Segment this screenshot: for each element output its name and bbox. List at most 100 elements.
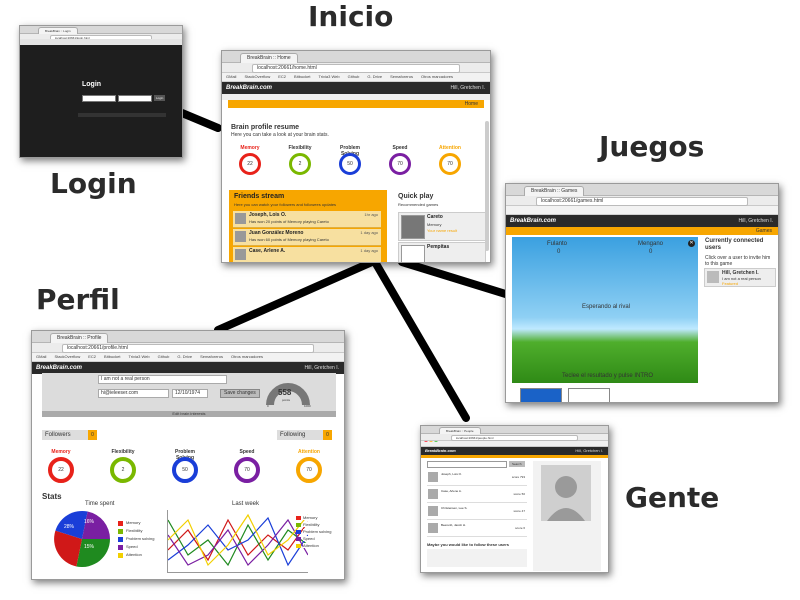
pie-legend-swatch [118, 537, 123, 542]
home-screenshot: BreakBrain :: Home localhost:20661/home.… [221, 50, 491, 263]
bookmark-item[interactable]: Github [158, 354, 170, 359]
stat-label: Speed [392, 145, 408, 151]
list-item[interactable]: Beerenb, Jacob H. score 6 [427, 521, 527, 537]
friend-row[interactable]: Case, Arlene A. 1 day ago [233, 247, 381, 262]
pie-legend-label: Flexibility [126, 528, 143, 533]
person-name: Joseph, Lois O. [441, 472, 462, 476]
friend-row[interactable]: Joseph, Lois O. Has won 20 points of Memo… [233, 211, 381, 228]
bookmark-item[interactable]: StackOverflow [244, 74, 270, 79]
game-thumb-2[interactable] [568, 388, 610, 402]
people-screenshot: BreakBrain :: People localhost:20661/peo… [420, 425, 609, 573]
games-url[interactable]: localhost:20661/games.html [536, 197, 748, 206]
avatar [428, 472, 438, 482]
home-scrollbar[interactable] [485, 121, 489, 251]
friend-row[interactable]: Juan González Moreno Has won 60 points of… [233, 229, 381, 246]
game-name: Pempitas [427, 244, 450, 250]
game-thumb-1[interactable] [520, 388, 562, 402]
avatar [235, 231, 246, 242]
game-name: Careto [427, 214, 443, 220]
home-tab[interactable]: BreakBrain :: Home [240, 53, 298, 63]
profile-stats-title: Stats [42, 492, 62, 501]
list-item[interactable]: Christensen, Lee S. score 47 [427, 504, 527, 520]
bookmark-item[interactable]: EC2 [88, 354, 96, 359]
bookmark-item[interactable]: Semaforeros [390, 74, 413, 79]
people-url[interactable]: localhost:20661/people.html [451, 435, 578, 441]
following-label: Following [280, 432, 306, 438]
people-tab[interactable]: BreakBrain :: People [439, 427, 481, 434]
bookmark-item[interactable]: G. Drive [367, 74, 382, 79]
home-appbar: BreakBrain.com Hill, Gretchen I. [222, 82, 490, 94]
game-score1: 0 [557, 249, 561, 255]
people-search-input[interactable] [427, 461, 507, 468]
game-thumb [401, 245, 425, 262]
pie-legend-swatch [118, 545, 123, 550]
friend-when: 1hr ago [364, 212, 378, 217]
line-legend-label: Problem solving [303, 529, 332, 534]
following-box[interactable]: Following 0 [277, 430, 332, 440]
game-canvas[interactable]: Fulanto 0 Mengano 0 ✕ Esperando al rival… [512, 237, 698, 383]
stat-ring: 50 [339, 153, 361, 175]
gauge-unit: points [282, 398, 291, 402]
home-quick-subtitle: Recommended games [398, 202, 439, 207]
profile-url[interactable]: localhost:20661/profile.html [62, 344, 314, 353]
line-legend-label: Memory [303, 515, 318, 520]
profile-save-button[interactable]: Save changes [220, 389, 260, 398]
games-user-card[interactable]: Hill, Gretchen I. I am not a real person… [704, 268, 776, 287]
home-user[interactable]: Hill, Gretchen I. [451, 82, 485, 94]
home-bookmarks: GMail StackOverflow EC2 Bitbucket Trivia3 We… [222, 73, 490, 82]
bookmark-item[interactable]: GMail [36, 354, 46, 359]
login-user-input[interactable] [82, 95, 116, 102]
bookmark-item[interactable]: Otros marcadores [231, 354, 263, 359]
games-logo[interactable]: BreakBrain.com [510, 215, 556, 227]
game-note: Your name result [427, 228, 458, 233]
games-bookmarks [506, 206, 778, 215]
pie-legend-swatch [118, 529, 123, 534]
bookmark-item[interactable]: G. Drive [177, 354, 192, 359]
bookmark-item[interactable]: GMail [226, 74, 236, 79]
profile-email-input[interactable]: hi@ieleeser.com [98, 389, 169, 398]
bookmark-item[interactable]: Bitbucket [294, 74, 310, 79]
line-legend-swatch [296, 516, 301, 520]
game-hint: Teclee el resultado y pulse INTRO [562, 373, 654, 379]
bookmark-item[interactable]: Trivia3 Web [128, 354, 149, 359]
login-button[interactable]: Login [154, 95, 166, 101]
games-tab[interactable]: BreakBrain :: Games [524, 186, 585, 196]
person-name: Case, Arlene A. [441, 489, 462, 493]
pie-legend-label: Attention [126, 552, 142, 557]
list-item[interactable]: Case, Arlene A. score 50 [427, 487, 527, 503]
game-card[interactable]: Careto Memory Your name result [398, 212, 486, 241]
bookmark-item[interactable]: Github [348, 74, 360, 79]
bookmark-item[interactable]: Otros marcadores [421, 74, 453, 79]
home-url[interactable]: localhost:20661/home.html [252, 64, 460, 73]
line-legend-swatch [296, 537, 301, 541]
close-icon[interactable]: ✕ [688, 240, 695, 247]
label-juegos: Juegos [599, 130, 705, 163]
stat-label: Attention [439, 145, 461, 151]
profile-date-input[interactable]: 12/10/1974 [172, 389, 208, 398]
games-screenshot: BreakBrain :: Games localhost:20661/game… [505, 183, 779, 403]
games-user[interactable]: Hill, Gretchen I. [739, 215, 773, 227]
people-search-button[interactable]: Search [509, 461, 525, 467]
stat-ring: 70 [234, 457, 260, 483]
login-heading: Login [82, 81, 102, 88]
bookmark-item[interactable]: Trivia3 Web [318, 74, 339, 79]
bookmark-item[interactable]: StackOverflow [54, 354, 80, 359]
login-password-input[interactable] [118, 95, 152, 102]
bookmark-item[interactable]: Semaforeros [200, 354, 223, 359]
game-card[interactable]: Pempitas [398, 242, 486, 262]
followers-box[interactable]: Followers 0 [42, 430, 97, 440]
list-item[interactable]: Joseph, Lois O. score 793 [427, 470, 527, 486]
home-logo[interactable]: BreakBrain.com [226, 82, 272, 94]
line-legend-swatch [296, 544, 301, 548]
avatar [428, 489, 438, 499]
person-silhouette-icon [547, 476, 585, 521]
profile-tab[interactable]: BreakBrain :: Profile [50, 333, 109, 343]
people-user[interactable]: Hill, Gretchen I. [575, 447, 603, 455]
profile-bio-input[interactable]: I am not a real person [98, 375, 227, 384]
following-count: 0 [323, 430, 332, 440]
bookmark-item[interactable]: EC2 [278, 74, 286, 79]
people-logo[interactable]: BreakBrain.com [425, 447, 456, 455]
profile-edit-interests[interactable]: Edit brain interests [42, 411, 336, 417]
stat-label: Flexibility [111, 449, 135, 455]
bookmark-item[interactable]: Bitbucket [104, 354, 120, 359]
